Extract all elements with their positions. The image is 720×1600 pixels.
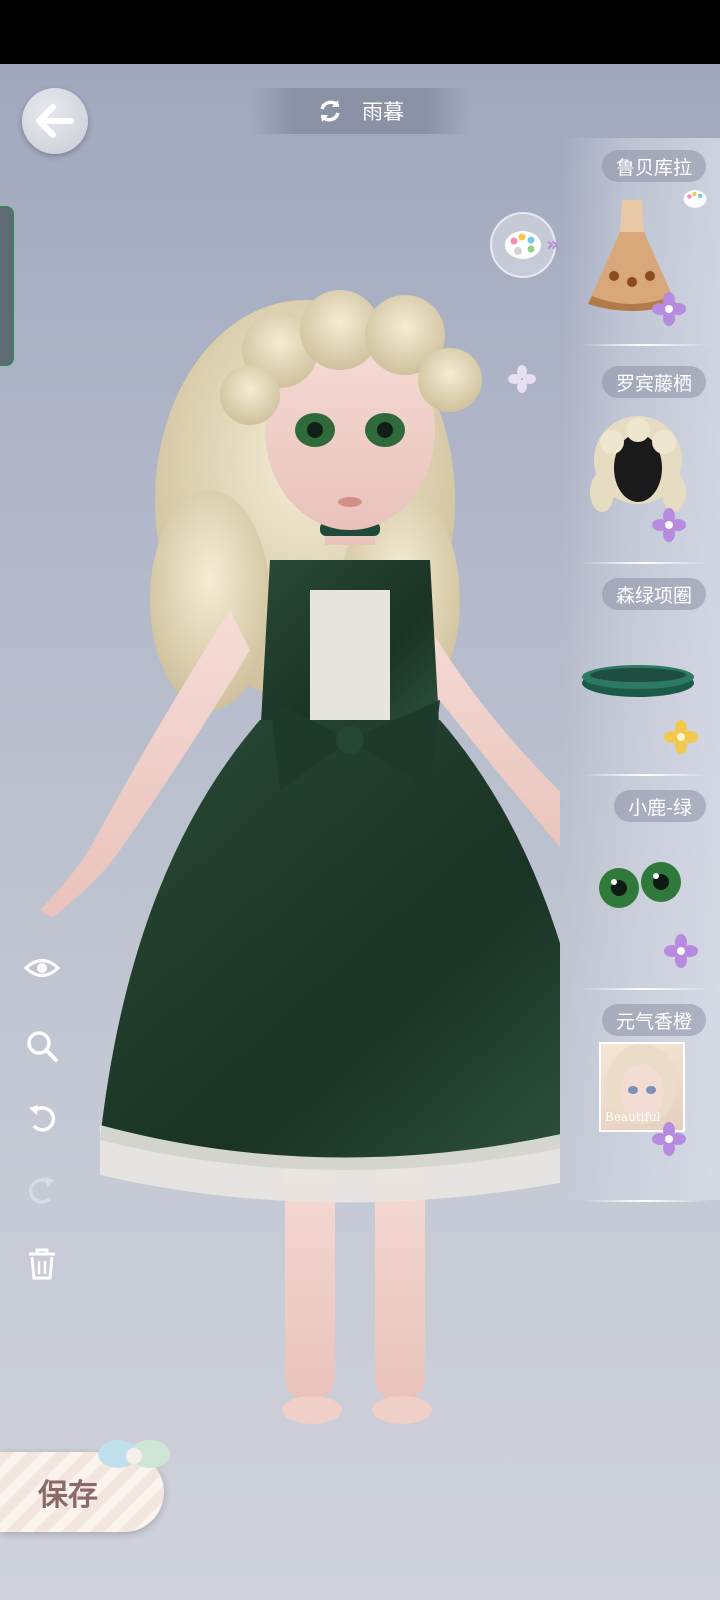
- character-model[interactable]: [40, 270, 560, 1460]
- slot-label-eyes: 小鹿-绿: [614, 790, 706, 822]
- status-bar: [0, 0, 720, 64]
- switch-icon[interactable]: [316, 97, 344, 125]
- redo-icon: [28, 1177, 55, 1204]
- slot-label-dress: 鲁贝库拉: [601, 150, 706, 182]
- eye-icon: [24, 959, 60, 977]
- undo-icon: [29, 1105, 56, 1132]
- sparkle-flower-icon: [508, 365, 536, 393]
- rarity-flower-icon: [652, 508, 686, 542]
- slot-item-wig[interactable]: [585, 410, 690, 520]
- slot-divider: [580, 1200, 710, 1202]
- wig-item-icon: [589, 416, 686, 512]
- slot-label-makeup: 元气香橙: [601, 1004, 706, 1036]
- character-name: 雨暮: [362, 100, 404, 124]
- bow-decoration-icon: [98, 1440, 170, 1468]
- rarity-flower-icon: [652, 292, 686, 326]
- delete-button[interactable]: [24, 1246, 60, 1282]
- magnifier-icon: [27, 1031, 58, 1062]
- rarity-flower-icon: [664, 934, 698, 968]
- trash-icon: [29, 1248, 55, 1280]
- arrow-left-icon: [36, 104, 74, 138]
- slot-divider: [580, 562, 710, 564]
- rarity-flower-icon: [652, 1122, 686, 1156]
- save-button-label: 保存: [38, 1478, 98, 1513]
- eyes-item-icon: [599, 862, 681, 908]
- slot-divider: [580, 774, 710, 776]
- side-drawer-handle[interactable]: [0, 206, 14, 366]
- slot-item-choker[interactable]: [578, 660, 698, 700]
- slot-divider: [580, 988, 710, 990]
- palette-icon: [505, 231, 541, 259]
- slot-label-choker: 森绿项圈: [601, 578, 706, 610]
- toggle-visibility-button[interactable]: [24, 950, 60, 986]
- palette-icon: [683, 190, 707, 208]
- character-name-bar[interactable]: 雨暮: [250, 88, 470, 134]
- rarity-flower-icon: [664, 720, 698, 754]
- slot-divider: [580, 344, 710, 346]
- back-button[interactable]: [22, 88, 88, 154]
- choker-item-icon: [582, 665, 694, 697]
- slot-item-eyes[interactable]: [594, 860, 688, 910]
- undo-button[interactable]: [24, 1100, 60, 1136]
- slot-item-makeup[interactable]: Beautiful: [599, 1042, 685, 1132]
- zoom-button[interactable]: [24, 1028, 60, 1064]
- slot-label-wig: 罗宾藤栖: [601, 366, 706, 398]
- redo-button[interactable]: [24, 1172, 60, 1208]
- chevron-right-icon: »: [546, 232, 559, 256]
